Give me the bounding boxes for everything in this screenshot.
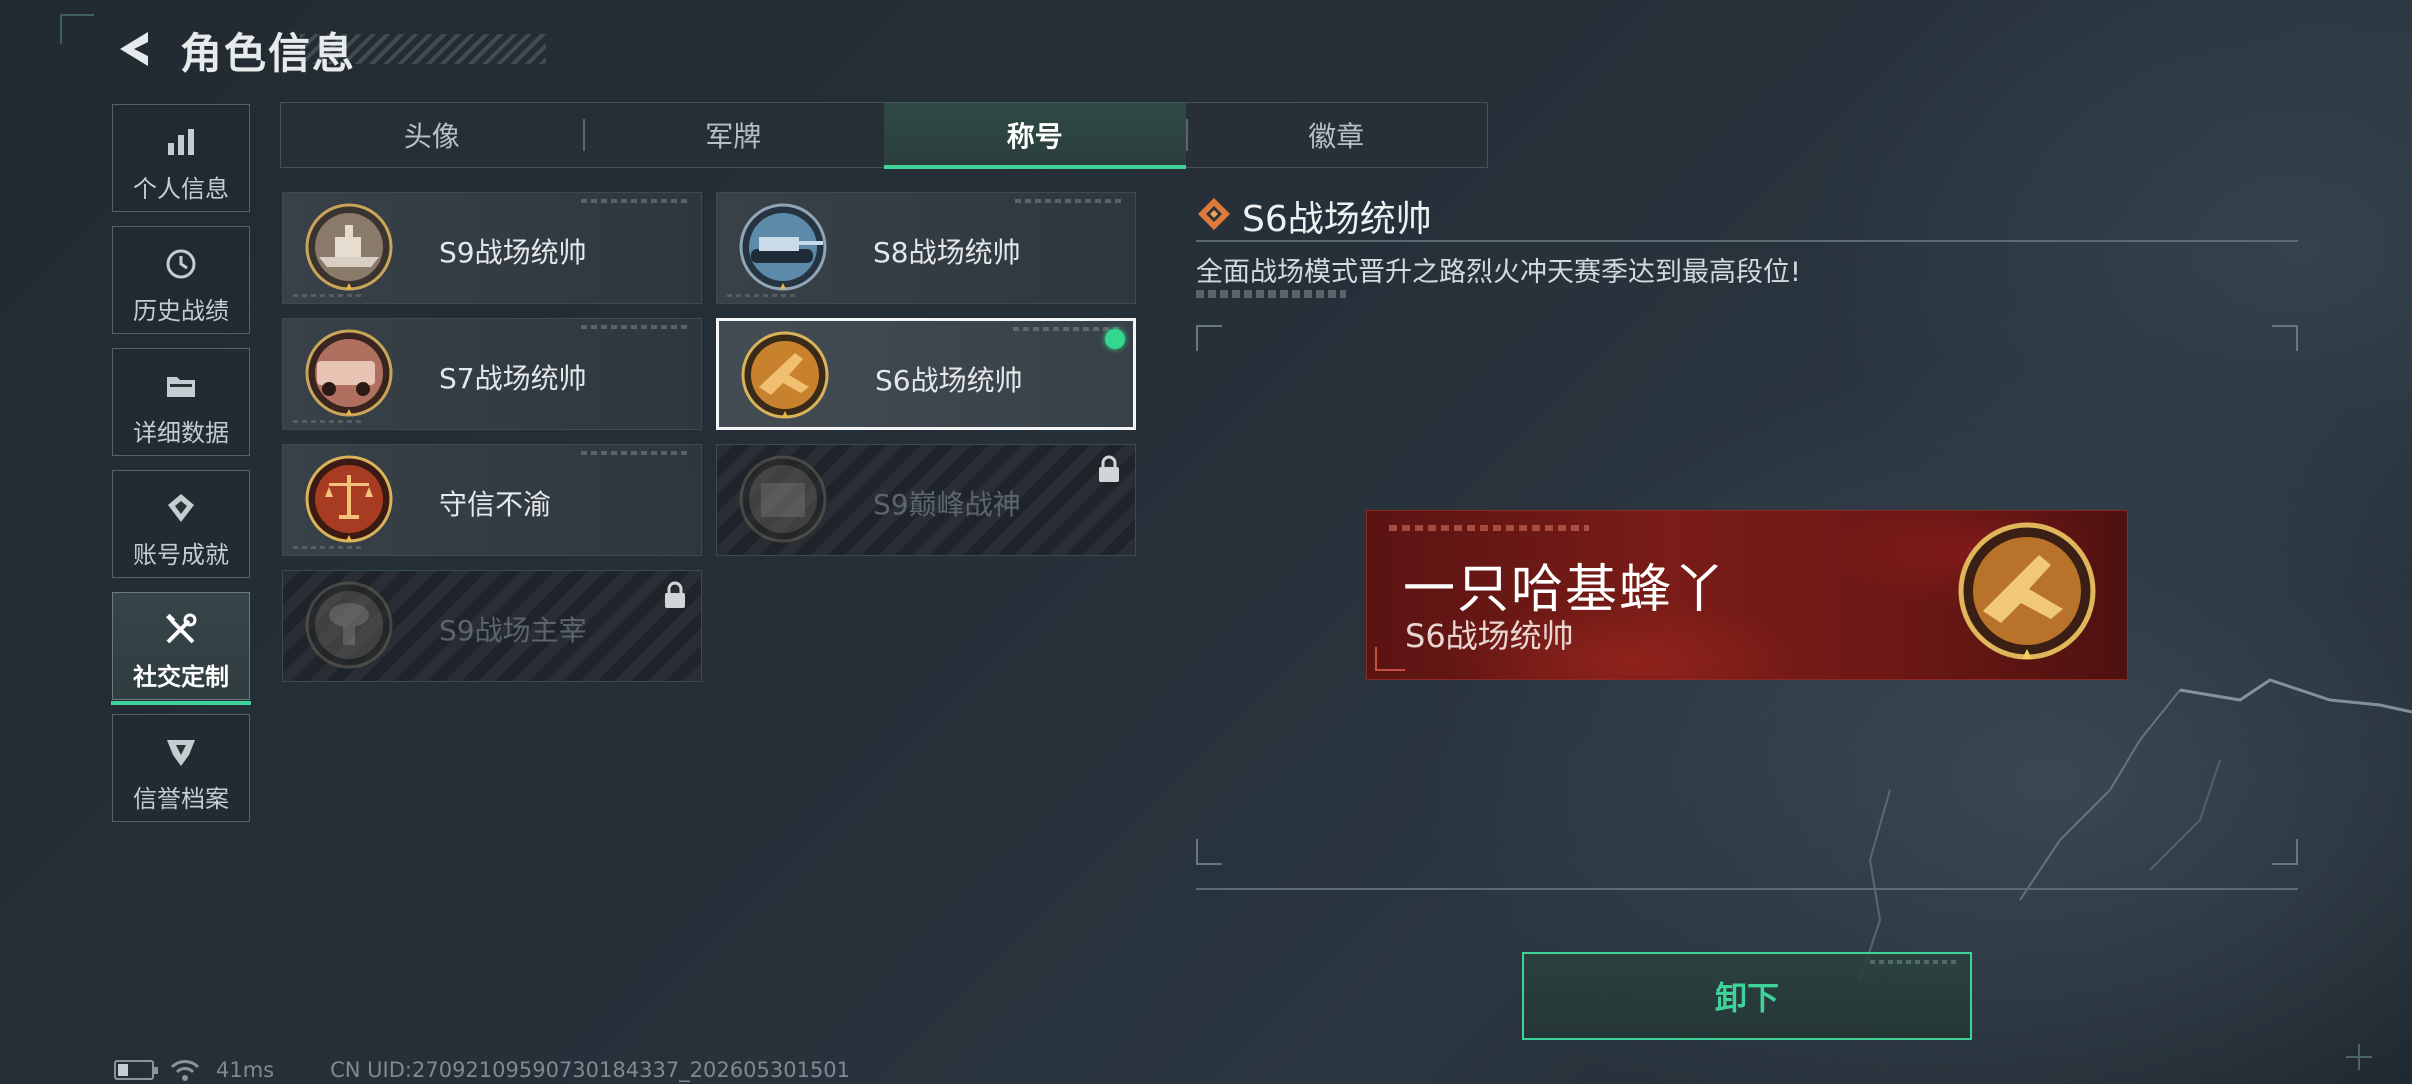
status-bar: 41ms CN UID:27092109590730184337_2026053…	[114, 1058, 850, 1082]
tank-medal-icon	[739, 203, 827, 291]
detail-decoration	[1196, 290, 1346, 298]
title-name: S7战场统帅	[439, 362, 587, 395]
corner-decoration	[60, 14, 94, 44]
tab-avatar[interactable]: 头像	[281, 103, 583, 167]
preview-title: S6战场统帅	[1405, 617, 1574, 655]
crosshair-icon	[2346, 1044, 2372, 1070]
title-name: S8战场统帅	[873, 236, 1021, 269]
wifi-icon	[170, 1060, 200, 1081]
frame-corner	[2272, 325, 2298, 351]
uid-text: CN UID:27092109590730184337_202605301501	[330, 1058, 851, 1082]
title-card-locked[interactable]: S9战场主宰	[282, 570, 702, 682]
title-card[interactable]: S9战场统帅	[282, 192, 702, 304]
card-decoration	[581, 199, 691, 203]
armored-vehicle-medal-icon	[305, 329, 393, 417]
detail-description: 全面战场模式晋升之路烈火冲天赛季达到最高段位!	[1196, 257, 1801, 288]
sidebar-item-label: 个人信息	[133, 175, 229, 203]
battleship-medal-icon	[305, 203, 393, 291]
sidebar-item-achievements[interactable]: 账号成就	[112, 470, 250, 578]
tab-title[interactable]: 称号	[884, 103, 1186, 169]
title-card-selected[interactable]: S6战场统帅	[716, 318, 1136, 430]
tab-dog-tag[interactable]: 军牌	[582, 103, 885, 167]
title-card[interactable]: 守信不渝	[282, 444, 702, 556]
sidebar-item-label: 详细数据	[133, 419, 229, 447]
title-card[interactable]: S8战场统帅	[716, 192, 1136, 304]
button-decoration	[1870, 960, 1960, 964]
explosion-medal-icon	[305, 581, 393, 669]
sidebar-item-label: 信誉档案	[133, 785, 229, 813]
equipped-indicator	[1105, 329, 1125, 349]
sidebar-item-label: 历史战绩	[133, 297, 229, 325]
banner-corner	[1375, 647, 1405, 671]
fortress-medal-icon	[739, 455, 827, 543]
sidebar-item-label: 账号成就	[133, 541, 229, 569]
tab-bar: 头像 军牌 称号 徽章	[280, 102, 1488, 169]
title-name: S9战场主宰	[439, 614, 587, 647]
sidebar-item-label: 社交定制	[133, 663, 229, 691]
card-decoration	[581, 451, 691, 455]
card-decoration	[581, 325, 691, 329]
back-arrow-icon[interactable]	[112, 26, 158, 72]
jet-medal-icon	[741, 331, 829, 419]
scales-medal-icon	[305, 455, 393, 543]
frame-corner	[1196, 325, 1222, 351]
frame-corner	[1196, 839, 1222, 865]
title-diamond-icon	[1198, 198, 1230, 230]
card-decoration	[1015, 199, 1125, 203]
folder-icon	[162, 367, 200, 405]
reputation-shield-icon	[162, 733, 200, 771]
title-name: 守信不渝	[439, 488, 552, 521]
tab-badge[interactable]: 徽章	[1185, 103, 1488, 167]
card-decoration	[1013, 327, 1123, 331]
tools-icon	[162, 611, 200, 649]
detail-title: S6战场统帅	[1242, 199, 1432, 240]
divider	[1196, 240, 2298, 242]
battery-icon	[114, 1060, 158, 1080]
sidebar-item-personal-info[interactable]: 个人信息	[112, 104, 250, 212]
bar-chart-icon	[162, 123, 200, 161]
ping-text: 41ms	[216, 1058, 275, 1082]
history-clock-icon	[162, 245, 200, 283]
sidebar-item-reputation[interactable]: 信誉档案	[112, 714, 250, 822]
unequip-label: 卸下	[1714, 979, 1779, 1017]
sidebar-item-social-custom[interactable]: 社交定制	[111, 592, 251, 705]
jet-medal-icon	[1958, 522, 2096, 660]
sidebar-item-history[interactable]: 历史战绩	[112, 226, 250, 334]
lock-icon	[665, 581, 685, 608]
achievement-icon	[162, 489, 200, 527]
title-preview-banner: 一只哈基蜂丫 S6战场统帅	[1366, 510, 2128, 680]
banner-decoration	[1389, 525, 1589, 531]
title-name: S6战场统帅	[875, 364, 1023, 397]
unequip-button[interactable]: 卸下	[1522, 952, 1972, 1040]
divider	[1196, 888, 2298, 890]
lock-icon	[1099, 455, 1119, 482]
sidebar-item-detailed-data[interactable]: 详细数据	[112, 348, 250, 456]
title-card-locked[interactable]: S9巅峰战神	[716, 444, 1136, 556]
title-card[interactable]: S7战场统帅	[282, 318, 702, 430]
title-name: S9战场统帅	[439, 236, 587, 269]
title-name: S9巅峰战神	[873, 488, 1021, 521]
page-title: 角色信息	[180, 29, 357, 78]
frame-corner	[2272, 839, 2298, 865]
